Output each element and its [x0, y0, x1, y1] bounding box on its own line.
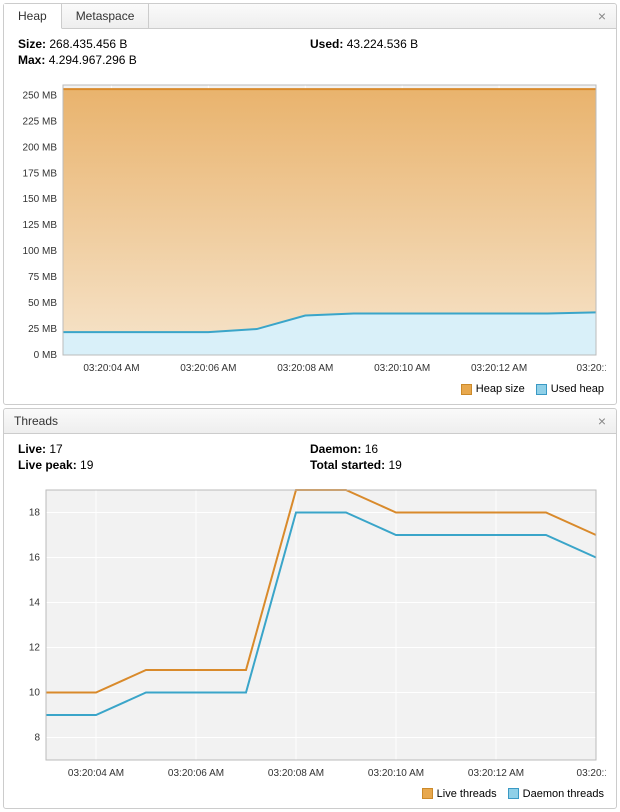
live-label: Live: — [18, 442, 46, 456]
svg-text:125 MB: 125 MB — [23, 220, 58, 231]
threads-stats: Live: 17 Live peak: 19 Daemon: 16 Total … — [4, 434, 616, 474]
svg-text:03:20:12 AM: 03:20:12 AM — [468, 768, 524, 779]
legend-live-threads: Live threads — [422, 788, 497, 800]
live-peak-value: 19 — [80, 458, 93, 472]
svg-text:18: 18 — [29, 507, 41, 518]
svg-text:03:20:10 AM: 03:20:10 AM — [374, 363, 430, 374]
live-peak-label: Live peak: — [18, 458, 77, 472]
svg-text:225 MB: 225 MB — [23, 116, 58, 127]
svg-text:03:20:12 AM: 03:20:12 AM — [471, 363, 527, 374]
daemon-label: Daemon: — [310, 442, 361, 456]
svg-text:03:20:08 AM: 03:20:08 AM — [268, 768, 324, 779]
threads-panel: Threads × Live: 17 Live peak: 19 Daemon:… — [3, 408, 617, 810]
threads-legend: Live threads Daemon threads — [4, 786, 616, 809]
swatch-blue-icon — [536, 384, 547, 395]
heap-legend: Heap size Used heap — [4, 381, 616, 404]
svg-text:03:20:04 AM: 03:20:04 AM — [68, 768, 124, 779]
svg-text:03:20:08 AM: 03:20:08 AM — [277, 363, 333, 374]
svg-text:50 MB: 50 MB — [28, 298, 57, 309]
swatch-orange-icon — [461, 384, 472, 395]
svg-text:10: 10 — [29, 687, 41, 698]
daemon-value: 16 — [365, 442, 378, 456]
heap-used-value: 43.224.536 B — [347, 37, 418, 51]
svg-text:100 MB: 100 MB — [23, 246, 58, 257]
svg-text:03:20:14: 03:20:14 — [577, 363, 606, 374]
tab-metaspace[interactable]: Metaspace — [62, 4, 150, 28]
svg-text:75 MB: 75 MB — [28, 272, 57, 283]
total-started-label: Total started: — [310, 458, 385, 472]
heap-max-value: 4.294.967.296 B — [49, 53, 137, 67]
heap-tabs: Heap Metaspace × — [4, 4, 616, 29]
svg-text:8: 8 — [34, 732, 40, 743]
svg-text:175 MB: 175 MB — [23, 168, 58, 179]
legend-heap-size: Heap size — [461, 383, 525, 395]
svg-text:250 MB: 250 MB — [23, 90, 58, 101]
close-icon[interactable]: × — [594, 8, 610, 24]
swatch-orange-icon — [422, 788, 433, 799]
svg-text:16: 16 — [29, 552, 41, 563]
svg-text:12: 12 — [29, 642, 41, 653]
heap-size-value: 268.435.456 B — [49, 37, 127, 51]
svg-text:200 MB: 200 MB — [23, 142, 58, 153]
heap-max-label: Max: — [18, 53, 45, 67]
threads-title: Threads × — [4, 409, 616, 434]
heap-used-label: Used: — [310, 37, 343, 51]
tab-heap[interactable]: Heap — [4, 4, 62, 29]
heap-size-label: Size: — [18, 37, 46, 51]
close-icon[interactable]: × — [594, 413, 610, 429]
live-value: 17 — [49, 442, 62, 456]
svg-text:03:20:14: 03:20:14 — [577, 768, 606, 779]
svg-text:0 MB: 0 MB — [34, 350, 58, 361]
svg-text:03:20:06 AM: 03:20:06 AM — [180, 363, 236, 374]
svg-text:14: 14 — [29, 597, 41, 608]
svg-text:03:20:04 AM: 03:20:04 AM — [83, 363, 139, 374]
svg-text:03:20:10 AM: 03:20:10 AM — [368, 768, 424, 779]
threads-chart: 8 10 12 14 16 18 03:20:04 AM 03:20:06 AM 03:20:0… — [4, 474, 616, 786]
legend-daemon-threads: Daemon threads — [508, 788, 604, 800]
total-started-value: 19 — [388, 458, 401, 472]
heap-panel: Heap Metaspace × Size: 268.435.456 B Max… — [3, 3, 617, 405]
swatch-blue-icon — [508, 788, 519, 799]
svg-text:150 MB: 150 MB — [23, 194, 58, 205]
svg-text:03:20:06 AM: 03:20:06 AM — [168, 768, 224, 779]
heap-chart: 0 MB 25 MB 50 MB 75 MB 100 MB 125 MB 150 MB 175… — [4, 69, 616, 381]
heap-stats: Size: 268.435.456 B Max: 4.294.967.296 B… — [4, 29, 616, 69]
svg-text:25 MB: 25 MB — [28, 324, 57, 335]
legend-used-heap: Used heap — [536, 383, 604, 395]
